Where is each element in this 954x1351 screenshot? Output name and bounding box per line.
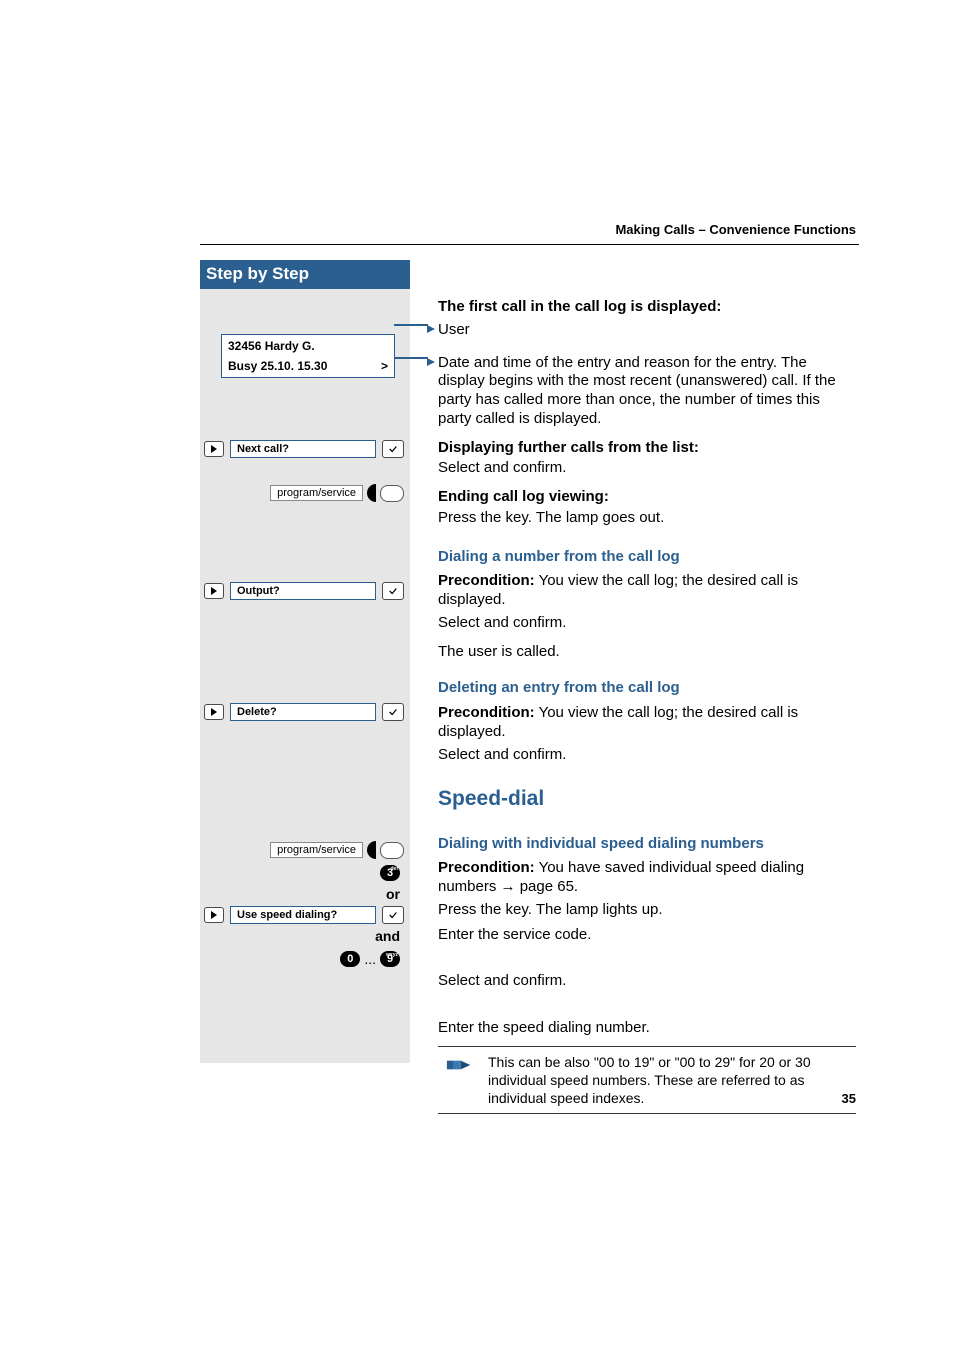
precondition-label: Precondition: — [438, 572, 535, 589]
phone-display: 32456 Hardy G. Busy 25.10. 15.30 > — [221, 334, 395, 378]
connector-line — [394, 357, 428, 359]
text-enter-code: Enter the service code. — [438, 926, 856, 945]
play-icon — [211, 445, 217, 453]
precondition-label: Precondition: — [438, 704, 535, 721]
lamp-icon — [367, 484, 376, 502]
display-option: Delete? — [230, 703, 376, 721]
play-icon — [211, 708, 217, 716]
page: Making Calls – Convenience Functions Ste… — [0, 0, 954, 1351]
or-label: or — [204, 886, 400, 902]
step-speed-dialing: Use speed dialing? — [204, 906, 404, 924]
display-line-1: 32456 Hardy G. — [228, 339, 388, 353]
arrow-right-icon — [427, 320, 435, 338]
running-header: Making Calls – Convenience Functions — [615, 222, 856, 237]
text-user-called: The user is called. — [438, 643, 856, 662]
text-select-confirm: Select and confirm. — [438, 972, 856, 991]
heading-end-viewing: Ending call log viewing: — [438, 488, 856, 507]
text-select-confirm: Select and confirm. — [438, 614, 856, 633]
precond-saved: Precondition: You have saved individual … — [438, 859, 856, 897]
check-icon — [388, 707, 398, 717]
precond-view-1: Precondition: You view the call log; the… — [438, 572, 856, 610]
dial-key-3[interactable]: 3 def — [380, 865, 400, 881]
step-output: Output? — [204, 582, 404, 600]
play-icon — [211, 911, 217, 919]
user-label: User — [438, 321, 856, 340]
check-icon — [388, 444, 398, 454]
key-label: program/service — [270, 485, 363, 501]
dial-key-9[interactable]: 9 wxyz — [380, 951, 400, 967]
oval-key-button[interactable] — [380, 842, 404, 859]
scroll-button[interactable] — [204, 583, 224, 599]
sidebar-heading: Step by Step — [200, 260, 410, 289]
precond-view-2: Precondition: You view the call log; the… — [438, 704, 856, 742]
step-delete: Delete? — [204, 703, 404, 721]
text-press-key-up: Press the key. The lamp lights up. — [438, 901, 856, 920]
entry-description: Date and time of the entry and reason fo… — [438, 354, 856, 429]
page-number: 35 — [842, 1091, 856, 1106]
check-icon — [388, 910, 398, 920]
dial-key-0[interactable]: 0 — [340, 951, 360, 967]
key-row-0-9: 0 ... 9 wxyz — [204, 951, 400, 967]
arrow-right-icon — [427, 353, 435, 371]
confirm-button[interactable] — [382, 440, 404, 458]
display-option: Output? — [230, 582, 376, 600]
heading-first-call: The first call in the call log is displa… — [438, 298, 856, 317]
display-line-2-left: Busy 25.10. 15.30 — [228, 359, 327, 373]
note-box: This can be also "00 to 19" or "00 to 29… — [438, 1046, 856, 1115]
display-option: Next call? — [230, 440, 376, 458]
heading-speed-dial: Speed-dial — [438, 786, 856, 812]
display-option: Use speed dialing? — [230, 906, 376, 924]
confirm-button[interactable] — [382, 582, 404, 600]
key-label: program/service — [270, 842, 363, 858]
connector-line — [394, 324, 428, 326]
text-press-key-out: Press the key. The lamp goes out. — [438, 509, 856, 528]
heading-dial-individual: Dialing with individual speed dialing nu… — [438, 835, 856, 854]
heading-further-calls: Displaying further calls from the list: — [438, 439, 856, 458]
service-key-row: program/service — [204, 484, 404, 502]
scroll-button[interactable] — [204, 441, 224, 457]
oval-key-button[interactable] — [380, 485, 404, 502]
lamp-icon — [367, 841, 376, 859]
text-select-confirm: Select and confirm. — [438, 459, 856, 478]
ellipsis: ... — [364, 951, 376, 967]
header-rule — [200, 244, 859, 245]
text-enter-speed-num: Enter the speed dialing number. — [438, 1019, 856, 1038]
sidebar — [200, 289, 410, 1063]
confirm-button[interactable] — [382, 906, 404, 924]
note-text: This can be also "00 to 19" or "00 to 29… — [488, 1054, 811, 1106]
check-icon — [388, 586, 398, 596]
arrow-icon: → — [501, 878, 516, 895]
precondition-label: Precondition: — [438, 859, 535, 876]
precondition-text-b: page 65. — [516, 878, 579, 895]
note-icon — [446, 1055, 472, 1075]
display-line-2-right: > — [381, 359, 388, 373]
service-key-row: program/service — [204, 841, 404, 859]
main-content: The first call in the call log is displa… — [438, 298, 856, 1114]
heading-delete-entry: Deleting an entry from the call log — [438, 679, 856, 698]
key-row-3: 3 def — [204, 865, 400, 881]
scroll-button[interactable] — [204, 907, 224, 923]
text-select-confirm: Select and confirm. — [438, 746, 856, 765]
and-label: and — [204, 928, 400, 944]
play-icon — [211, 587, 217, 595]
scroll-button[interactable] — [204, 704, 224, 720]
confirm-button[interactable] — [382, 703, 404, 721]
heading-dial-from-log: Dialing a number from the call log — [438, 548, 856, 567]
step-next-call: Next call? — [204, 440, 404, 458]
